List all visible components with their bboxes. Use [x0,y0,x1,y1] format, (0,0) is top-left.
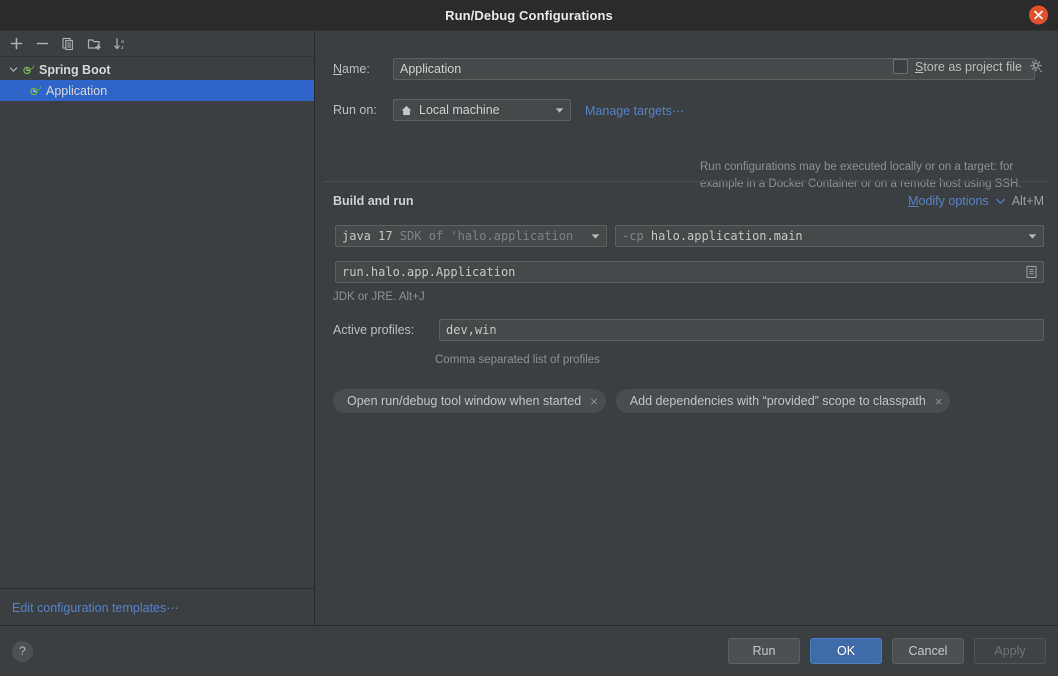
chip-label: Open run/debug tool window when started [347,394,582,408]
tree-node-spring-boot[interactable]: Spring Boot [0,59,314,80]
chevron-down-icon[interactable] [585,233,606,240]
configuration-editor-pane: Name: Store as project file Run on: [315,31,1058,625]
store-as-project-file-row: Store as project file [892,59,1044,74]
chip-open-run-debug-tool-window[interactable]: Open run/debug tool window when started … [333,389,606,413]
tree-node-label: Spring Boot [39,62,111,77]
remove-configuration-button[interactable] [30,33,54,55]
ok-button[interactable]: OK [810,638,882,664]
chevron-down-icon[interactable] [1022,233,1043,240]
dialog-footer: ? Run OK Cancel Apply [0,625,1058,676]
browse-list-icon[interactable] [1020,265,1043,279]
apply-button: Apply [974,638,1046,664]
run-on-row: Run on: Local machine Manage targets⋯ [333,99,684,121]
sidebar-toolbar: a z [0,31,314,57]
classpath-module-select[interactable]: -cp halo.application.main [615,225,1044,247]
chevron-down-icon[interactable] [995,198,1005,205]
main-class-field[interactable]: run.halo.app.Application [335,261,1044,283]
close-glyph [1034,10,1043,20]
jdk-select[interactable]: java 17 SDK of 'halo.application [335,225,607,247]
chevron-down-glyph [591,233,600,239]
chevron-down-icon[interactable] [6,65,20,74]
home-icon [401,105,412,115]
chip-label-quoted: “provided” [762,394,819,408]
add-configuration-button[interactable] [4,33,28,55]
build-and-run-title: Build and run [333,194,414,208]
name-label: Name: [333,62,370,76]
plus-icon [10,37,22,50]
title-bar: Run/Debug Configurations [0,0,1058,30]
chip-add-provided-dependencies[interactable]: Add dependencies with “provided” scope t… [615,389,951,413]
jdk-value: java 17 SDK of 'halo.application [336,229,573,243]
section-divider [323,181,1050,182]
chevron-down-glyph [1028,233,1037,239]
run-on-hint: Run configurations may be executed local… [700,159,1058,193]
copy-icon [62,37,73,50]
page-title: Run/Debug Configurations [445,7,613,23]
svg-text:z: z [121,45,124,51]
close-icon[interactable] [1029,5,1048,25]
run-debug-configurations-dialog: Run/Debug Configurations a z Spring Boot… [0,0,1058,676]
classpath-prefix: -cp [622,229,644,243]
spring-boot-icon [30,85,41,96]
chevron-down-glyph [9,67,17,72]
edit-configuration-templates[interactable]: Edit configuration templates⋯ [0,588,314,625]
folder-add-icon [87,38,101,50]
footer-buttons: Run OK Cancel Apply [728,638,1046,664]
browse-list-glyph [1026,265,1037,279]
run-on-label: Run on: [333,103,377,117]
copy-configuration-button[interactable] [56,33,80,55]
store-as-project-file-checkbox[interactable] [892,59,908,74]
chip-close-icon[interactable]: × [590,395,598,408]
tree-node-label: Application [46,83,108,98]
manage-targets-link[interactable]: Manage targets⋯ [585,103,684,118]
run-button[interactable]: Run [728,638,800,664]
chip-label-part2: scope to classpath [822,394,926,408]
modify-options-link[interactable]: Modify options [908,194,989,208]
configurations-tree[interactable]: Spring Boot Application [0,57,314,588]
minus-icon [36,42,48,45]
modify-options-group: Modify options Alt+M [908,194,1044,208]
chevron-down-glyph [555,107,564,113]
main-class-value: run.halo.app.Application [342,265,516,279]
spring-boot-icon [23,64,34,75]
active-profiles-input[interactable] [439,319,1044,341]
dialog-body: a z Spring Boot Application Edit configu… [0,30,1058,625]
cancel-button[interactable]: Cancel [892,638,964,664]
modify-options-shortcut: Alt+M [1011,194,1044,208]
classpath-value: -cp halo.application.main [616,229,803,243]
help-button[interactable]: ? [12,640,33,662]
active-profiles-hint: Comma separated list of profiles [435,354,600,366]
classpath-module: halo.application.main [650,229,803,243]
run-on-hint-line-1: Run configurations may be executed local… [700,161,1014,173]
chip-label-part1: Add dependencies with [629,394,760,408]
run-on-select[interactable]: Local machine [393,99,571,121]
gear-icon[interactable] [1029,59,1044,74]
jdk-description: SDK of 'halo.application [392,229,574,243]
active-profiles-label: Active profiles: [333,323,415,337]
run-on-value: Local machine [419,103,500,117]
move-into-folder-button[interactable] [82,33,106,55]
edit-configuration-templates-link[interactable]: Edit configuration templates⋯ [12,600,179,615]
configurations-sidebar: a z Spring Boot Application Edit configu… [0,31,315,625]
active-profiles-row: Active profiles: [333,319,1044,341]
build-run-selectors-row: java 17 SDK of 'halo.application -cp hal… [335,225,1044,247]
chip-close-icon[interactable]: × [935,395,943,408]
run-on-hint-line-2: example in a Docker Container or on a re… [700,178,1022,190]
store-as-project-file-label: Store as project file [914,59,1022,74]
sort-alpha-icon: a z [113,37,124,51]
build-and-run-header: Build and run Modify options Alt+M [333,194,1044,208]
jdk-hint: JDK or JRE. Alt+J [333,291,425,303]
tree-node-application[interactable]: Application [0,80,314,101]
option-chips: Open run/debug tool window when started … [333,389,1044,413]
sort-configurations-button[interactable]: a z [108,33,132,55]
jdk-version: java 17 [342,229,393,243]
chevron-down-icon[interactable] [549,107,570,114]
